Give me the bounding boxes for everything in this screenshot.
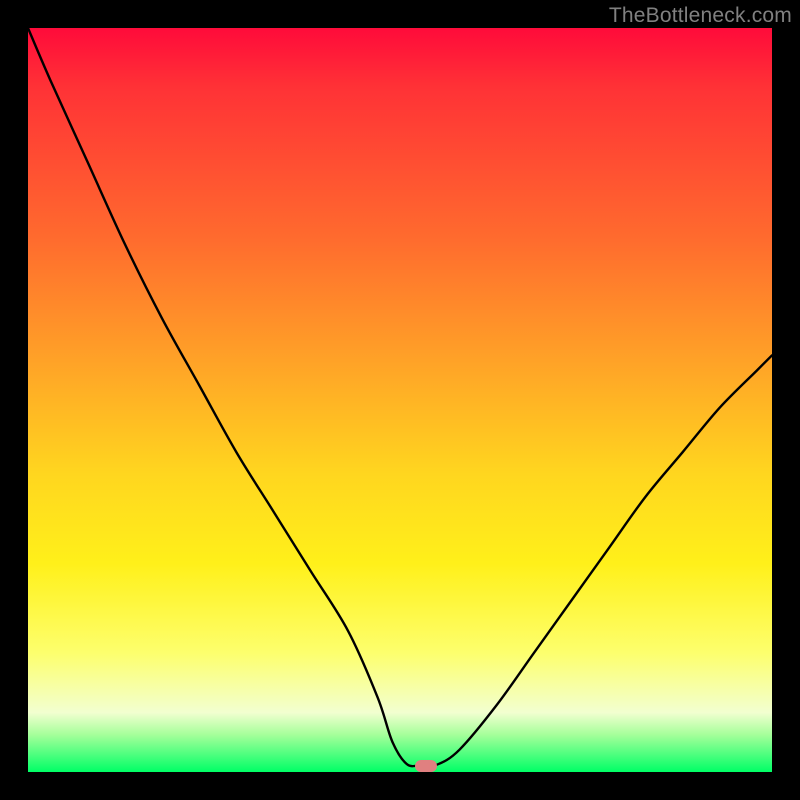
bottleneck-curve <box>28 28 772 772</box>
optimum-marker <box>415 760 437 772</box>
plot-area <box>28 28 772 772</box>
chart-frame: TheBottleneck.com <box>0 0 800 800</box>
curve-path <box>28 28 772 766</box>
watermark-text: TheBottleneck.com <box>609 4 792 28</box>
